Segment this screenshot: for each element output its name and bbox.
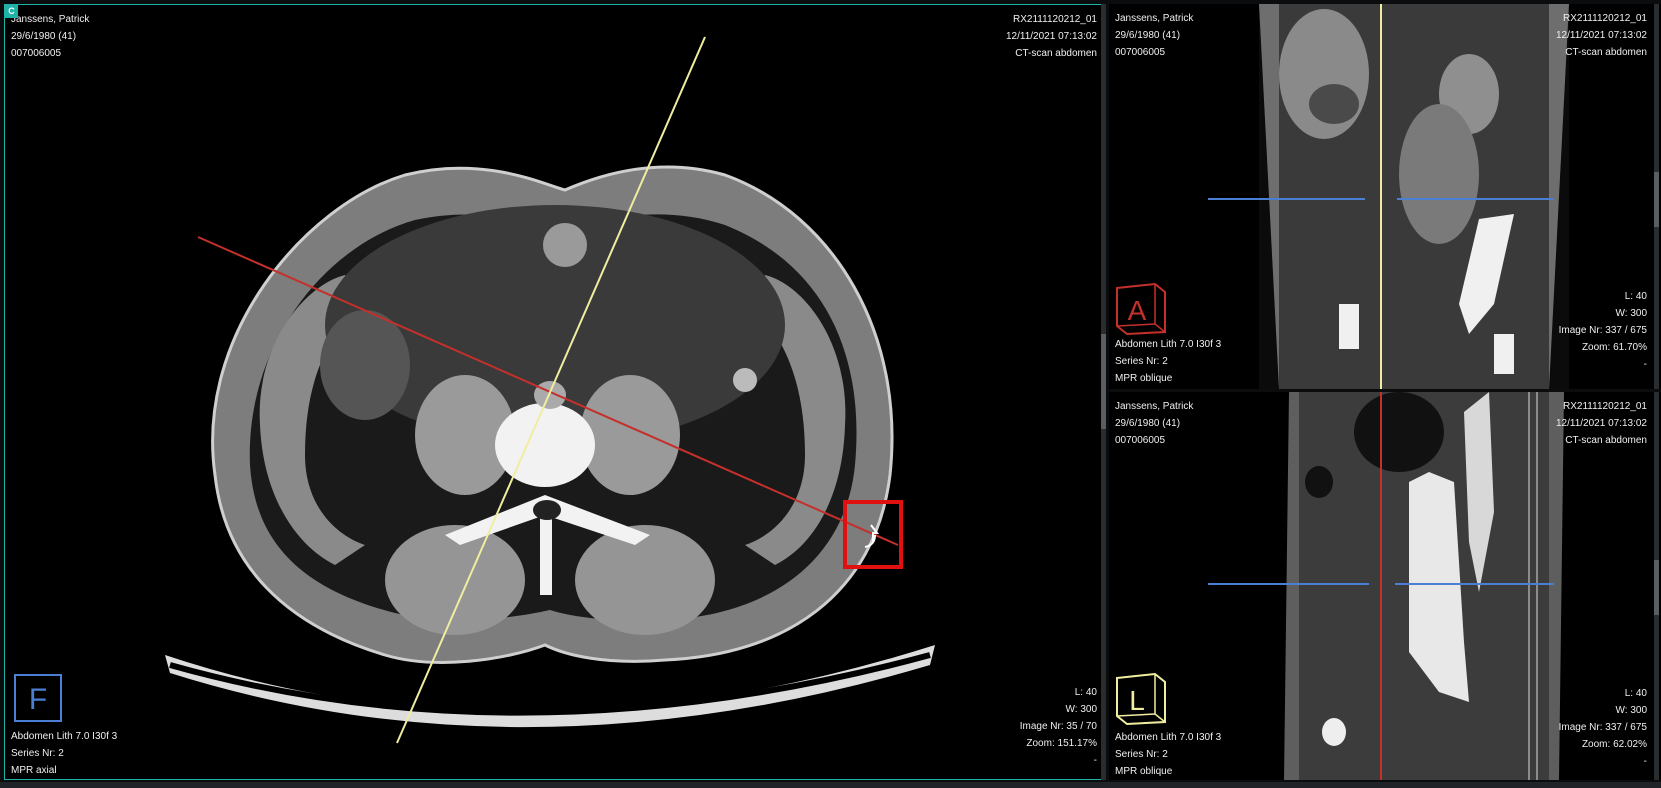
- zoom-level: Zoom: 151.17%: [1026, 738, 1097, 749]
- series-protocol: Abdomen Lith 7.0 I30f 3: [1115, 732, 1222, 743]
- study-accession: RX2111120212_01: [1563, 401, 1647, 412]
- image-number: Image Nr: 337 / 675: [1558, 325, 1647, 336]
- series-info: Abdomen Lith 7.0 I30f 3 Series Nr: 2 MPR…: [1115, 729, 1221, 780]
- scrollbar-thumb[interactable]: [1654, 172, 1659, 227]
- patient-dob: 29/6/1980 (41): [11, 31, 77, 42]
- patient-name: Janssens, Patrick: [1115, 13, 1194, 24]
- patient-dob: 29/6/1980 (41): [1115, 30, 1181, 41]
- study-description: CT-scan abdomen: [1015, 48, 1097, 59]
- series-number: Series Nr: 2: [11, 748, 64, 759]
- patient-id: 007006005: [1115, 47, 1166, 58]
- series-type: MPR oblique: [1115, 373, 1173, 384]
- patient-info: Janssens, Patrick 29/6/1980 (41) 0070060…: [1115, 398, 1193, 449]
- extra-info: -: [1093, 755, 1097, 766]
- vertebra: [495, 403, 595, 487]
- coronal-viewport[interactable]: Janssens, Patrick 29/6/1980 (41) 0070060…: [1109, 4, 1661, 389]
- series-protocol: Abdomen Lith 7.0 I30f 3: [1115, 339, 1222, 350]
- window-level: L: 40: [1074, 687, 1097, 698]
- patient-info: Janssens, Patrick 29/6/1980 (41) 0070060…: [1115, 10, 1193, 61]
- series-type: MPR oblique: [1115, 766, 1173, 777]
- viewport-badge[interactable]: C: [5, 5, 18, 18]
- study-info: RX2111120212_01 12/11/2021 07:13:02 CT-s…: [1006, 11, 1097, 62]
- patient-info: Janssens, Patrick 29/6/1980 (41) 0070060…: [11, 11, 89, 62]
- study-datetime: 12/11/2021 07:13:02: [1555, 30, 1647, 41]
- window-width: W: 300: [1065, 704, 1098, 715]
- patient-id: 007006005: [1115, 435, 1166, 446]
- vertical-scrollbar[interactable]: [1654, 4, 1659, 389]
- series-info: Abdomen Lith 7.0 I30f 3 Series Nr: 2 MPR…: [1115, 336, 1221, 387]
- vertical-scrollbar[interactable]: [1654, 392, 1659, 780]
- orientation-cube-icon[interactable]: A: [1115, 280, 1169, 336]
- bottom-status-bar: [0, 782, 1661, 788]
- scrollbar-thumb[interactable]: [1101, 334, 1106, 429]
- study-description: CT-scan abdomen: [1565, 47, 1647, 58]
- axial-ct-image[interactable]: [5, 5, 1106, 780]
- zoom-level: Zoom: 62.02%: [1581, 739, 1647, 750]
- window-level: L: 40: [1624, 291, 1647, 302]
- series-info: Abdomen Lith 7.0 I30f 3 Series Nr: 2 MPR…: [11, 728, 117, 779]
- scrollbar-thumb[interactable]: [1654, 560, 1659, 615]
- orientation-cube-icon[interactable]: F: [13, 673, 65, 725]
- sagittal-viewport[interactable]: Janssens, Patrick 29/6/1980 (41) 0070060…: [1109, 392, 1661, 780]
- study-datetime: 12/11/2021 07:13:02: [1005, 31, 1097, 42]
- study-info: RX2111120212_01 12/11/2021 07:13:02 CT-s…: [1556, 398, 1647, 449]
- study-description: CT-scan abdomen: [1565, 435, 1647, 446]
- patient-name: Janssens, Patrick: [1115, 401, 1194, 412]
- orientation-letter: F: [29, 683, 47, 716]
- series-number: Series Nr: 2: [1115, 749, 1168, 760]
- window-width: W: 300: [1615, 705, 1648, 716]
- main-vertical-scrollbar[interactable]: [1101, 4, 1106, 780]
- window-width: W: 300: [1615, 308, 1648, 319]
- image-number: Image Nr: 337 / 675: [1558, 722, 1647, 733]
- study-accession: RX2111120212_01: [1013, 14, 1097, 25]
- patient-id: 007006005: [11, 48, 62, 59]
- series-type: MPR axial: [11, 765, 57, 776]
- extra-info: -: [1643, 359, 1647, 370]
- window-level: L: 40: [1624, 688, 1647, 699]
- axial-viewport[interactable]: C Janssens, Patrick 29/6/1980 (41) 00700…: [4, 4, 1106, 780]
- zoom-level: Zoom: 61.70%: [1581, 342, 1647, 353]
- patient-dob: 29/6/1980 (41): [1115, 418, 1181, 429]
- orientation-cube-icon[interactable]: L: [1115, 670, 1169, 726]
- orientation-letter: L: [1129, 685, 1145, 716]
- patient-name: Janssens, Patrick: [11, 14, 90, 25]
- study-accession: RX2111120212_01: [1563, 13, 1647, 24]
- window-info: L: 40 W: 300 Image Nr: 337 / 675 Zoom: 6…: [1559, 685, 1647, 770]
- window-info: L: 40 W: 300 Image Nr: 337 / 675 Zoom: 6…: [1559, 288, 1647, 373]
- image-number: Image Nr: 35 / 70: [1019, 721, 1097, 732]
- orientation-letter: A: [1128, 295, 1147, 326]
- study-info: RX2111120212_01 12/11/2021 07:13:02 CT-s…: [1556, 10, 1647, 61]
- extra-info: -: [1643, 756, 1647, 767]
- series-protocol: Abdomen Lith 7.0 I30f 3: [11, 731, 118, 742]
- window-info: L: 40 W: 300 Image Nr: 35 / 70 Zoom: 151…: [1020, 684, 1097, 769]
- series-number: Series Nr: 2: [1115, 356, 1168, 367]
- study-datetime: 12/11/2021 07:13:02: [1555, 418, 1647, 429]
